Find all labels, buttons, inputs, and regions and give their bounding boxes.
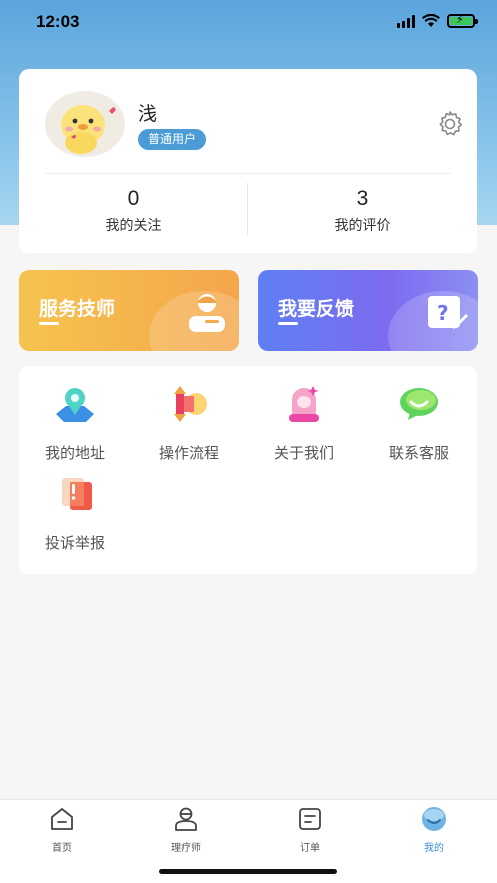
- menu-label-address: 我的地址: [44, 444, 105, 462]
- process-icon: [174, 386, 207, 422]
- stat-reviews-value: 3: [356, 187, 369, 210]
- menu-item-process[interactable]: 操作流程: [139, 384, 239, 463]
- about-us-icon: [289, 386, 319, 422]
- menu-item-about[interactable]: 关于我们: [254, 384, 354, 463]
- menu-label-complaint: 投诉举报: [44, 534, 105, 552]
- feedback-banner[interactable]: 我要反馈 ?: [258, 270, 478, 351]
- tab-orders-label: 订单: [300, 843, 320, 854]
- tab-mine[interactable]: 我的: [394, 806, 474, 854]
- home-indicator: [159, 869, 337, 874]
- settings-gear-icon[interactable]: [435, 109, 465, 139]
- home-icon: [51, 808, 73, 830]
- status-icons: ⚡: [397, 13, 478, 28]
- status-time: 12:03: [36, 12, 80, 31]
- menu-label-about: 关于我们: [273, 444, 334, 462]
- role-badge: 普通用户: [138, 129, 207, 150]
- stat-reviews-label: 我的评价: [334, 218, 391, 234]
- service-menu-panel: 我的地址 操作流程 关于我们 联系客服 投诉举报: [19, 366, 477, 574]
- profile-card: 浅 普通用户 0 我的关注 3 我的评价: [19, 69, 477, 253]
- wifi-icon: [422, 14, 440, 27]
- menu-item-address[interactable]: 我的地址: [25, 384, 125, 463]
- tab-orders[interactable]: 订单: [270, 806, 350, 854]
- order-icon: [299, 808, 321, 830]
- signal-icon: [397, 14, 415, 28]
- tab-home-label: 首页: [52, 843, 72, 854]
- complaint-report-icon: [62, 478, 92, 510]
- svg-text:?: ?: [437, 301, 449, 325]
- menu-label-customer-service: 联系客服: [388, 444, 449, 462]
- tab-therapist[interactable]: 理疗师: [146, 806, 226, 854]
- stat-following-value: 0: [127, 187, 140, 210]
- profile-divider: [45, 173, 451, 174]
- feedback-icon: ?: [428, 296, 468, 329]
- username: 浅: [138, 103, 158, 125]
- tab-therapist-label: 理疗师: [171, 843, 201, 854]
- location-map-icon: [56, 388, 94, 422]
- menu-item-customer-service[interactable]: 联系客服: [369, 384, 469, 463]
- service-technician-banner[interactable]: 服务技师: [19, 270, 239, 351]
- stat-reviews[interactable]: 3 我的评价: [248, 187, 477, 235]
- menu-item-complaint[interactable]: 投诉举报: [25, 474, 125, 553]
- tab-home[interactable]: 首页: [22, 806, 102, 854]
- profile-icon: [422, 807, 446, 831]
- stat-following-label: 我的关注: [105, 218, 162, 234]
- menu-label-process: 操作流程: [158, 444, 219, 462]
- avatar[interactable]: [45, 91, 125, 157]
- customer-service-chat-icon: [400, 388, 438, 420]
- technician-icon: [189, 294, 225, 332]
- tab-mine-label: 我的: [424, 843, 444, 854]
- status-bar: 12:03 ⚡: [0, 0, 497, 46]
- service-technician-title: 服务技师: [39, 298, 116, 320]
- feedback-title: 我要反馈: [278, 298, 355, 320]
- battery-icon: ⚡: [447, 13, 478, 28]
- therapist-icon: [175, 807, 197, 831]
- stat-following[interactable]: 0 我的关注: [19, 187, 248, 235]
